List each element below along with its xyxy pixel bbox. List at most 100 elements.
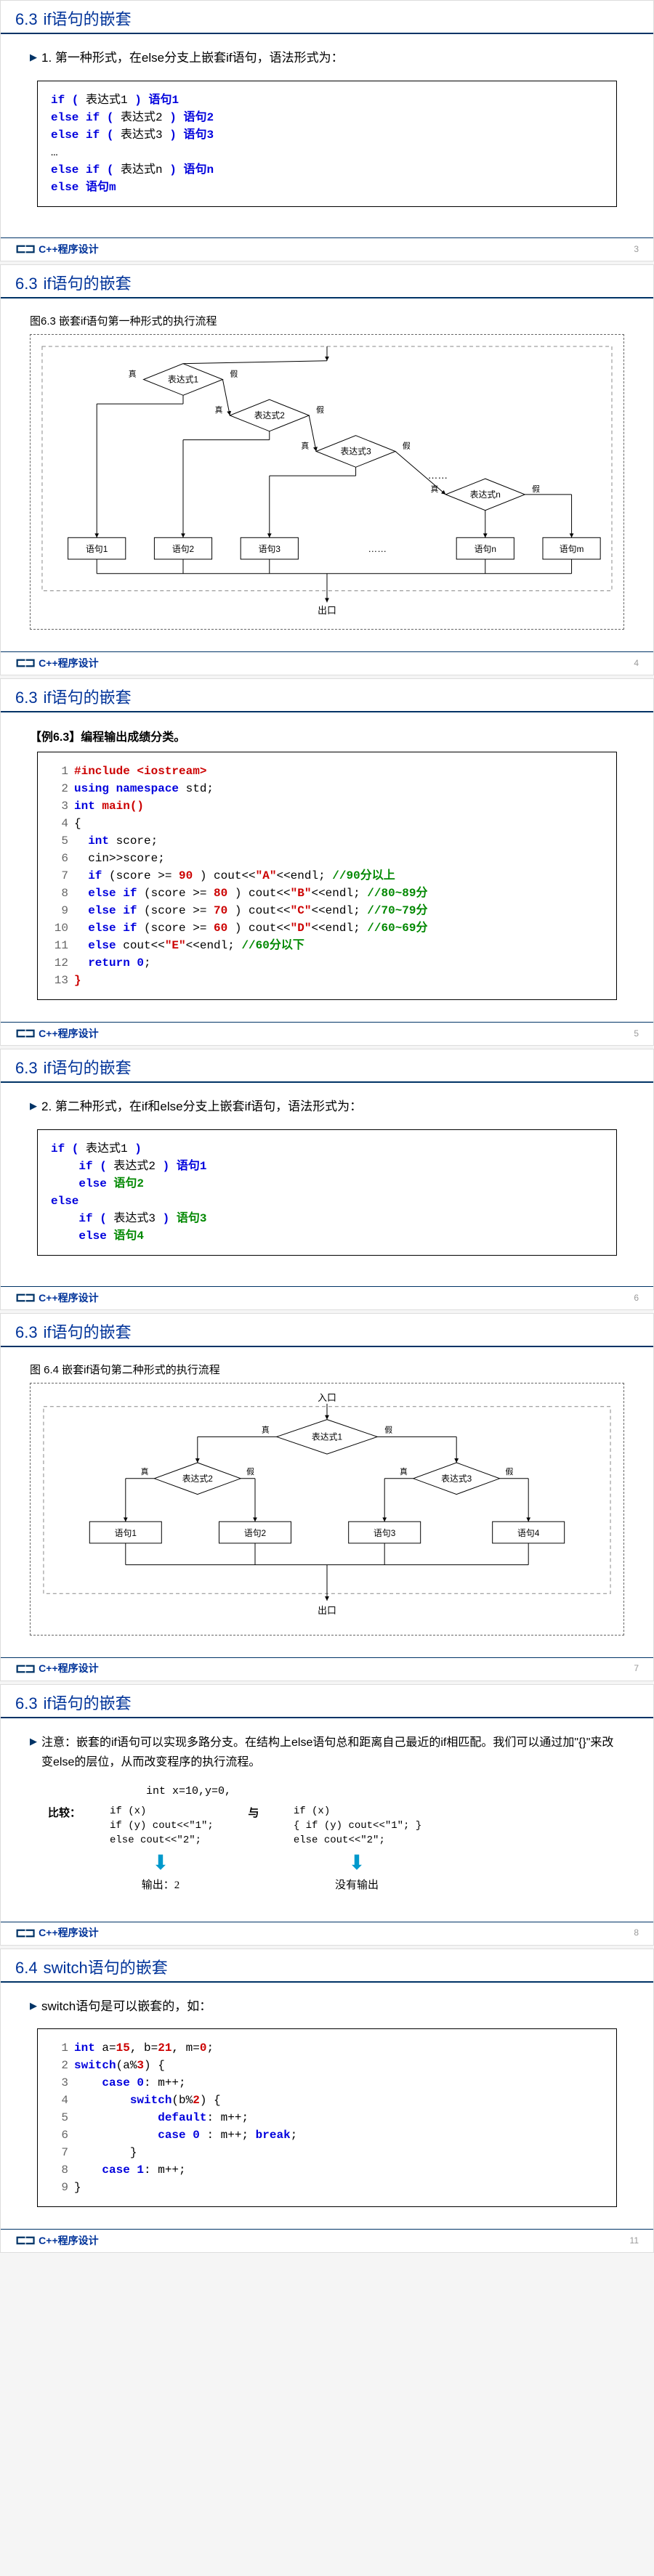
slide-footer: ⊏⊐C++程序设计5 — [1, 1022, 653, 1045]
bullet-text: switch语句是可以嵌套的，如： — [41, 1997, 211, 2016]
compare-right-output: 没有输出 — [291, 1877, 422, 1892]
page-number: 11 — [630, 2235, 639, 2246]
section-title: if语句的嵌套 — [44, 1055, 132, 1078]
slide-body: 图6.3 嵌套if语句第一种形式的执行流程入口表达式1假真表达式2假真表达式3假… — [1, 298, 653, 651]
svg-text:真: 真 — [301, 441, 309, 451]
svg-text:……: …… — [368, 543, 387, 554]
compare-right-code: if (x){ if (y) cout<<"1"; }else cout<<"2… — [294, 1805, 421, 1848]
slide-header: 6.3 if语句的嵌套 — [1, 265, 653, 298]
svg-text:假: 假 — [246, 1466, 254, 1476]
svg-text:表达式3: 表达式3 — [441, 1474, 472, 1484]
section-number: 6.4 — [15, 1959, 38, 1978]
figure-caption: 图6.3 嵌套if语句第一种形式的执行流程 — [30, 313, 624, 328]
svg-text:出口: 出口 — [318, 605, 336, 616]
slide: 6.3 if语句的嵌套 ▶ 注意：嵌套的if语句可以实现多路分支。在结构上else语… — [0, 1684, 654, 1946]
svg-text:真: 真 — [141, 1466, 149, 1476]
footer-brand: C++程序设计 — [39, 2233, 98, 2248]
bullet-item: ▶2. 第二种形式，在if和else分支上嵌套if语句，语法形式为： — [30, 1097, 624, 1116]
svg-text:语句1: 语句1 — [115, 1528, 137, 1538]
footer-logo: ⊏⊐ C++程序设计 — [15, 1661, 99, 1676]
bullet-item: ▶ 1. 第一种形式，在else分支上嵌套if语句，语法形式为： — [30, 49, 624, 68]
cp-logo-icon: ⊏⊐ — [15, 1290, 34, 1305]
figure-caption: 图 6.4 嵌套if语句第二种形式的执行流程 — [30, 1362, 624, 1377]
footer-brand: C++程序设计 — [39, 656, 98, 670]
flowchart-binary: 入口表达式1真假表达式2真假表达式3真假语句1语句2语句3语句4出口 — [39, 1392, 615, 1622]
arrow-down-icon: ⬇ — [110, 1850, 211, 1875]
cp-logo-icon: ⊏⊐ — [15, 2232, 34, 2248]
section-title: if语句的嵌套 — [44, 1691, 132, 1714]
section-number: 6.3 — [15, 1059, 38, 1078]
page-number: 5 — [634, 1028, 639, 1039]
svg-text:表达式1: 表达式1 — [312, 1432, 343, 1442]
footer-brand: C++程序设计 — [39, 242, 98, 256]
slide-header: 6.3 if语句的嵌套 — [1, 679, 653, 712]
page-number: 6 — [634, 1293, 639, 1303]
footer-brand: C++程序设计 — [39, 1925, 98, 1940]
section-number: 6.3 — [15, 688, 38, 707]
compare-decl: int x=10,y=0, — [146, 1785, 624, 1797]
svg-text:假: 假 — [403, 441, 411, 451]
svg-text:入口: 入口 — [318, 1392, 336, 1403]
slide-footer: ⊏⊐C++程序设计6 — [1, 1286, 653, 1309]
svg-text:表达式n: 表达式n — [470, 489, 501, 500]
slide: 6.4 switch语句的嵌套 ▶switch语句是可以嵌套的，如： 1int a=… — [0, 1949, 654, 2254]
svg-text:语句3: 语句3 — [374, 1528, 396, 1538]
section-number: 6.3 — [15, 275, 38, 293]
slide-footer: ⊏⊐ C++程序设计 3 — [1, 237, 653, 261]
slide-footer: ⊏⊐ C++程序设计 7 — [1, 1657, 653, 1681]
section-title: if语句的嵌套 — [44, 271, 132, 294]
slide-footer: ⊏⊐C++程序设计4 — [1, 651, 653, 675]
slide-body: ▶ 1. 第一种形式，在else分支上嵌套if语句，语法形式为： if ( 表达式1… — [1, 34, 653, 237]
page-number: 4 — [634, 658, 639, 668]
slide: 6.3 if语句的嵌套 ▶2. 第二种形式，在if和else分支上嵌套if语句，语… — [0, 1049, 654, 1310]
bullet-arrow-icon: ▶ — [30, 1100, 37, 1112]
slide-header: 6.3 if语句的嵌套 — [1, 1, 653, 34]
compare-vs: 与 — [243, 1805, 265, 1820]
svg-text:表达式2: 表达式2 — [182, 1474, 213, 1484]
slide-header: 6.3 if语句的嵌套 — [1, 1685, 653, 1718]
bullet-arrow-icon: ▶ — [30, 1736, 37, 1747]
compare-block: int x=10,y=0,比较：if (x)if (y) cout<<"1";e… — [30, 1785, 624, 1892]
cp-logo-icon: ⊏⊐ — [15, 1925, 34, 1941]
cp-logo-icon: ⊏⊐ — [15, 1661, 34, 1676]
slide-body: 【例6.3】编程输出成绩分类。1#include <iostream> 2usi… — [1, 712, 653, 1022]
svg-text:……: …… — [428, 469, 448, 481]
footer-brand: C++程序设计 — [39, 1661, 98, 1675]
slide: 6.3 if语句的嵌套图6.3 嵌套if语句第一种形式的执行流程入口表达式1假真… — [0, 264, 654, 675]
bullet-arrow-icon: ▶ — [30, 52, 37, 63]
svg-text:语句m: 语句m — [560, 544, 584, 554]
bullet-item: ▶switch语句是可以嵌套的，如： — [30, 1997, 624, 2016]
svg-text:假: 假 — [384, 1425, 392, 1435]
svg-text:假: 假 — [316, 405, 324, 415]
code-block: 1int a=15, b=21, m=0; 2switch(a%3) { 3 c… — [37, 2028, 617, 2207]
svg-text:假: 假 — [532, 484, 540, 494]
cp-logo-icon: ⊏⊐ — [15, 241, 34, 256]
svg-text:真: 真 — [215, 405, 223, 415]
code-block: 1#include <iostream> 2using namespace st… — [37, 752, 617, 1000]
slide-body: ▶ 注意：嵌套的if语句可以实现多路分支。在结构上else语句总和距离自己最近的i… — [1, 1718, 653, 1922]
page-number: 8 — [634, 1927, 639, 1938]
footer-logo: ⊏⊐ C++程序设计 — [15, 241, 99, 256]
slide-footer: ⊏⊐ C++程序设计 11 — [1, 2229, 653, 2252]
svg-text:真: 真 — [400, 1466, 408, 1476]
svg-text:假: 假 — [506, 1466, 514, 1476]
section-title: if语句的嵌套 — [44, 7, 132, 30]
note-text: 注意：嵌套的if语句可以实现多路分支。在结构上else语句总和距离自己最近的if… — [41, 1733, 624, 1772]
svg-text:真: 真 — [129, 369, 137, 379]
bullet-text: 1. 第一种形式，在else分支上嵌套if语句，语法形式为： — [41, 49, 344, 68]
slide-body: ▶2. 第二种形式，在if和else分支上嵌套if语句，语法形式为： if ( 表… — [1, 1083, 653, 1286]
flowchart-cascade: 入口表达式1假真表达式2假真表达式3假真表达式n真……假语句1语句2语句3语句n… — [39, 344, 615, 617]
page-number: 7 — [634, 1663, 639, 1673]
slide-header: 6.4 switch语句的嵌套 — [1, 1949, 653, 1983]
slide-body: 图 6.4 嵌套if语句第二种形式的执行流程入口表达式1 真 假表达式2 真 假表达式3… — [1, 1347, 653, 1657]
compare-left-output: 输出：2 — [110, 1877, 211, 1892]
page-number: 3 — [634, 244, 639, 254]
svg-text:表达式3: 表达式3 — [341, 446, 372, 456]
code-block: if ( 表达式1 ) if ( 表达式2 ) 语句1 else 语句2 els… — [37, 1129, 617, 1256]
footer-brand: C++程序设计 — [39, 1026, 98, 1041]
section-number: 6.3 — [15, 1323, 38, 1342]
slide: 6.3 if语句的嵌套【例6.3】编程输出成绩分类。1#include <ios… — [0, 678, 654, 1046]
compare-label: 比较： — [30, 1805, 81, 1820]
code-block: if ( 表达式1 ) 语句1 else if ( 表达式2 ) 语句2 els… — [37, 81, 617, 207]
svg-text:语句2: 语句2 — [244, 1528, 266, 1538]
